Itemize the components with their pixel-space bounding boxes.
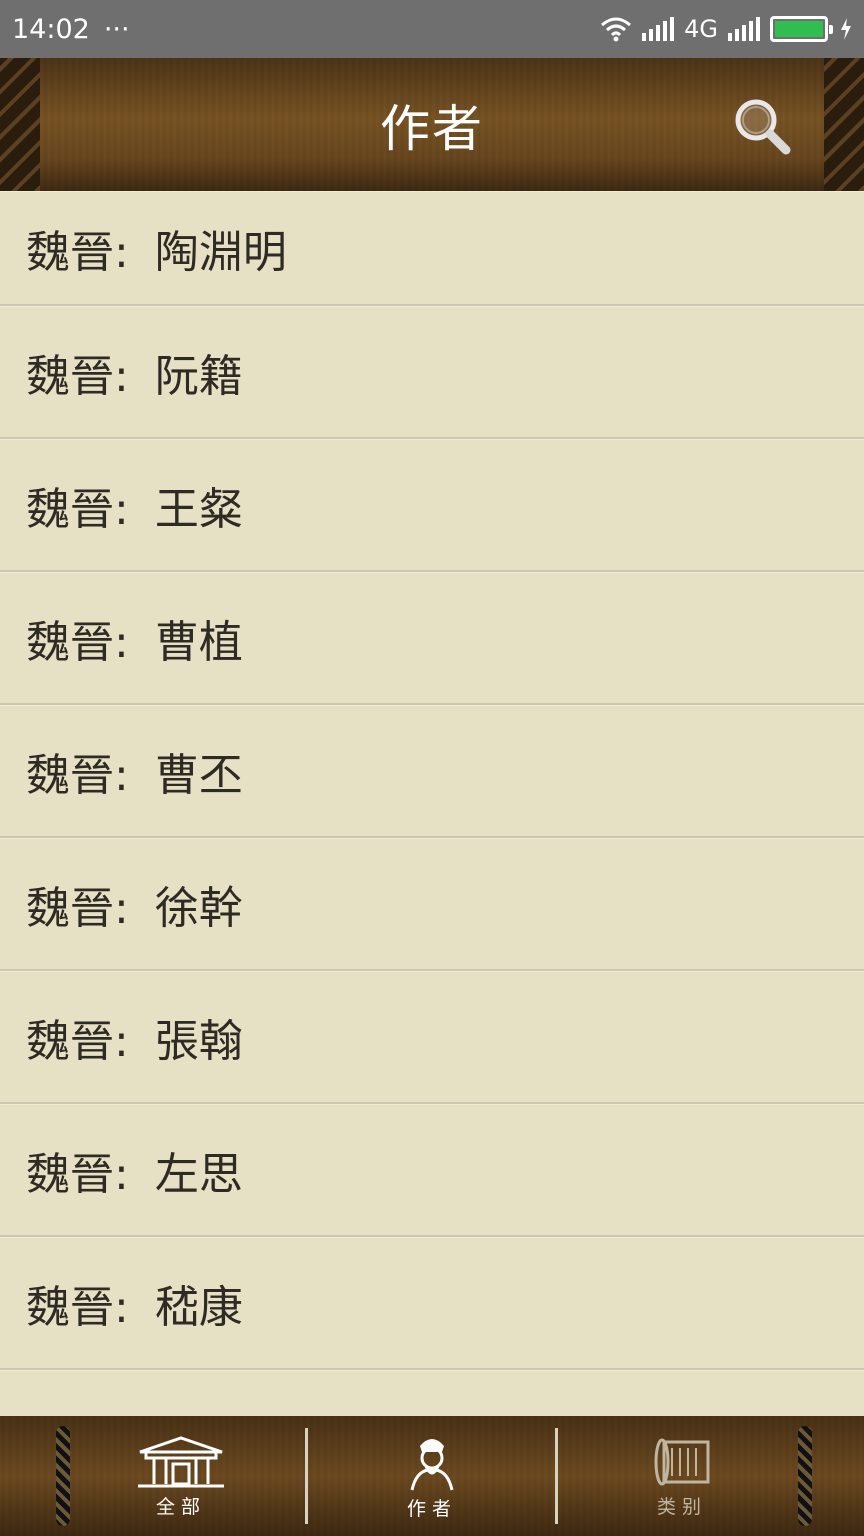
status-left: 14:02 ··· bbox=[12, 14, 130, 45]
author-name: 曹植 bbox=[154, 617, 243, 668]
status-bar: 14:02 ··· 4G bbox=[0, 0, 864, 58]
list-item[interactable]: 魏晉: 阮籍 bbox=[0, 306, 864, 439]
dynasty-label: 魏晉: bbox=[26, 617, 129, 668]
list-item-partial[interactable] bbox=[0, 1370, 864, 1416]
list-item[interactable]: 魏晉: 左思 bbox=[0, 1104, 864, 1237]
dynasty-label: 魏晉: bbox=[26, 484, 129, 535]
network-type: 4G bbox=[684, 15, 718, 43]
list-item[interactable]: 魏晉: 曹植 bbox=[0, 572, 864, 705]
author-name: 嵇康 bbox=[154, 1282, 243, 1333]
author-name: 曹丕 bbox=[154, 750, 243, 801]
status-time: 14:02 bbox=[12, 13, 90, 45]
app-header: 作者 bbox=[0, 58, 864, 191]
author-name: 陶淵明 bbox=[154, 227, 287, 278]
dynasty-label: 魏晉: bbox=[26, 883, 129, 934]
author-name: 徐幹 bbox=[154, 883, 243, 934]
building-icon bbox=[138, 1435, 224, 1487]
author-name: 張翰 bbox=[154, 1016, 243, 1067]
tab-all[interactable]: 全部 bbox=[56, 1416, 306, 1536]
poet-portrait-icon bbox=[410, 1438, 454, 1490]
scroll-icon bbox=[654, 1438, 710, 1485]
list-item[interactable]: 魏晉: 嵇康 bbox=[0, 1237, 864, 1370]
author-name: 左思 bbox=[154, 1149, 243, 1200]
list-item[interactable]: 魏晉: 張翰 bbox=[0, 971, 864, 1104]
dynasty-label: 魏晉: bbox=[26, 750, 129, 801]
tab-authors[interactable]: 作者 bbox=[307, 1416, 557, 1536]
tab-categories-label: 类别 bbox=[656, 1495, 707, 1518]
bottom-nav: 全部 作者 类别 bbox=[0, 1416, 864, 1536]
list-item[interactable]: 魏晉: 陶淵明 bbox=[0, 191, 864, 306]
author-name: 阮籍 bbox=[154, 351, 243, 402]
list-item[interactable]: 魏晉: 徐幹 bbox=[0, 838, 864, 971]
dynasty-label: 魏晉: bbox=[26, 227, 129, 278]
author-list: 魏晉: 陶淵明 魏晉: 阮籍 魏晉: 王粲 魏晉: 曹植 魏晉: 曹丕 魏晉: … bbox=[0, 191, 864, 1416]
dynasty-label: 魏晉: bbox=[26, 1016, 129, 1067]
list-item[interactable]: 魏晉: 曹丕 bbox=[0, 705, 864, 838]
signal-strength-icon-2 bbox=[728, 17, 760, 41]
search-icon[interactable] bbox=[730, 94, 794, 158]
charging-bolt-icon bbox=[841, 18, 851, 40]
more-notifications-icon: ··· bbox=[103, 13, 130, 45]
tab-all-label: 全部 bbox=[155, 1495, 206, 1518]
author-name: 王粲 bbox=[154, 484, 243, 535]
list-item[interactable]: 魏晉: 王粲 bbox=[0, 439, 864, 572]
dynasty-label: 魏晉: bbox=[26, 1282, 129, 1333]
tab-authors-label: 作者 bbox=[406, 1497, 457, 1520]
status-right: 4G bbox=[600, 15, 852, 43]
dynasty-label: 魏晉: bbox=[26, 351, 129, 402]
signal-strength-icon bbox=[642, 17, 675, 41]
tab-categories[interactable]: 类别 bbox=[557, 1416, 807, 1536]
battery-icon bbox=[770, 16, 833, 42]
wifi-icon bbox=[601, 17, 632, 42]
dynasty-label: 魏晉: bbox=[26, 1149, 129, 1200]
